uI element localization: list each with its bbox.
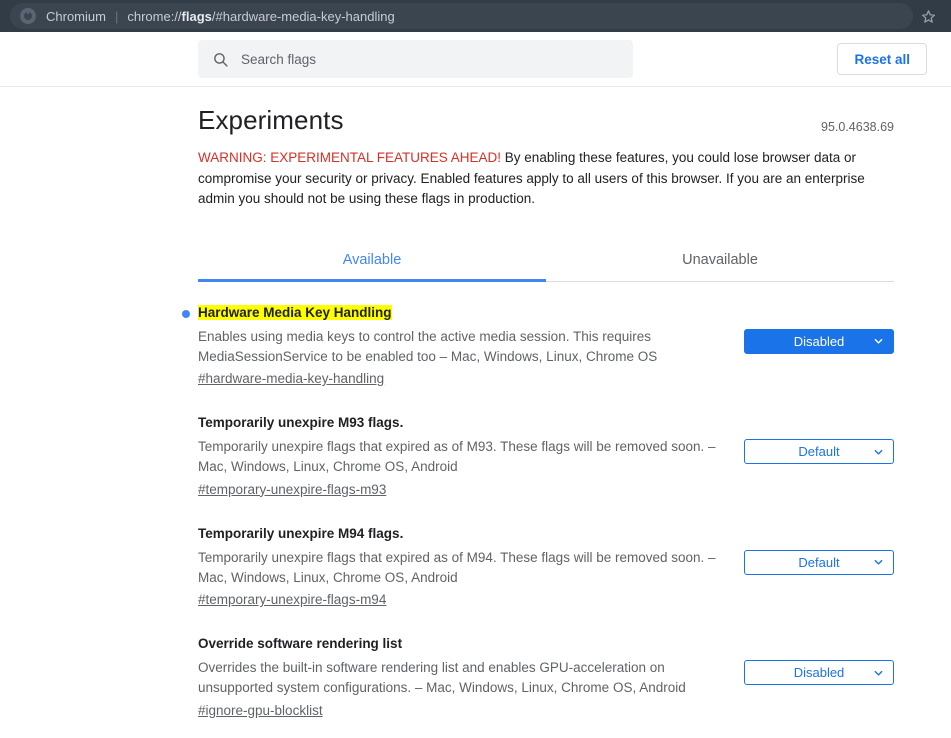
flag-name-wrap: Temporarily unexpire M93 flags.: [198, 414, 743, 432]
flag-state-value: Disabled: [793, 665, 845, 681]
flag-modified-dot-icon: [182, 309, 190, 318]
flag-text-block: Override software rendering list Overrid…: [198, 635, 743, 720]
flag-description: Temporarily unexpire flags that expired …: [198, 549, 716, 585]
version-label: 95.0.4638.69: [821, 120, 894, 135]
main-content: Experiments 95.0.4638.69 WARNING: EXPERI…: [0, 87, 951, 720]
flag-state-value: Default: [798, 444, 840, 460]
flag-select-wrap: Disabled: [744, 635, 894, 686]
flag-state-select[interactable]: Disabled: [744, 660, 894, 686]
chevron-down-icon: [873, 557, 884, 568]
omnibox-url: chrome://flags/#hardware-media-key-handl…: [127, 9, 394, 24]
flag-name: Temporarily unexpire M93 flags.: [198, 415, 404, 431]
star-icon[interactable]: [917, 5, 939, 27]
search-box[interactable]: [198, 40, 633, 78]
flag-row: Temporarily unexpire M93 flags. Temporar…: [198, 414, 894, 499]
url-suffix: /#hardware-media-key-handling: [211, 8, 395, 24]
search-input[interactable]: [241, 51, 619, 67]
tab-unavailable[interactable]: Unavailable: [546, 238, 894, 281]
search-icon: [212, 51, 229, 68]
flag-permalink[interactable]: #temporary-unexpire-flags-m94: [198, 592, 386, 607]
flag-select-wrap: Default: [744, 525, 894, 575]
chevron-down-icon: [873, 336, 884, 347]
flag-list: Hardware Media Key Handling Enables usin…: [182, 282, 894, 720]
chevron-down-icon: [873, 667, 884, 678]
url-prefix: chrome://: [127, 8, 182, 24]
flag-text-block: Temporarily unexpire M93 flags. Temporar…: [198, 414, 743, 499]
omnibox[interactable]: Chromium | chrome://flags/#hardware-medi…: [10, 3, 913, 29]
search-header: Reset all: [0, 32, 951, 87]
flag-state-value: Default: [798, 554, 840, 570]
warning-lead: WARNING: EXPERIMENTAL FEATURES AHEAD!: [198, 150, 502, 166]
url-bold-segment: flags: [181, 8, 212, 24]
flag-name: Temporarily unexpire M94 flags.: [198, 525, 404, 541]
flag-state-select[interactable]: Default: [744, 439, 894, 465]
page-header: Experiments 95.0.4638.69: [198, 87, 894, 136]
omnibox-separator: |: [114, 8, 119, 24]
flag-name-wrap: Temporarily unexpire M94 flags.: [198, 525, 743, 543]
flag-state-select[interactable]: Disabled: [744, 328, 894, 354]
chevron-down-icon: [873, 446, 884, 457]
browser-titlebar: Chromium | chrome://flags/#hardware-medi…: [0, 0, 951, 32]
flag-row: Hardware Media Key Handling Enables usin…: [182, 304, 894, 389]
flag-select-wrap: Disabled: [744, 304, 894, 354]
flag-name: Hardware Media Key Handling: [198, 304, 392, 320]
warning-text: WARNING: EXPERIMENTAL FEATURES AHEAD! By…: [198, 148, 894, 210]
tab-bar: Available Unavailable: [198, 238, 894, 282]
flag-select-wrap: Default: [744, 414, 894, 465]
brand-name: Chromium: [46, 8, 106, 24]
flag-description: Overrides the built-in software renderin…: [198, 660, 686, 696]
flag-text-block: Temporarily unexpire M94 flags. Temporar…: [198, 525, 743, 610]
flag-name-wrap: Hardware Media Key Handling: [198, 304, 743, 322]
flag-name: Override software rendering list: [198, 636, 403, 652]
flag-row: Override software rendering list Overrid…: [198, 635, 894, 720]
flag-description: Temporarily unexpire flags that expired …: [198, 439, 716, 475]
flag-row: Temporarily unexpire M94 flags. Temporar…: [198, 525, 894, 610]
chromium-logo-icon: [20, 8, 36, 24]
flag-state-value: Disabled: [793, 333, 845, 349]
flag-description: Enables using media keys to control the …: [198, 328, 658, 364]
flag-permalink[interactable]: #hardware-media-key-handling: [198, 371, 384, 386]
flag-name-wrap: Override software rendering list: [198, 635, 743, 653]
flag-state-select[interactable]: Default: [744, 549, 894, 575]
flag-permalink[interactable]: #temporary-unexpire-flags-m93: [198, 482, 386, 497]
flag-permalink[interactable]: #ignore-gpu-blocklist: [198, 703, 323, 718]
reset-all-button[interactable]: Reset all: [837, 43, 927, 75]
page-title: Experiments: [198, 105, 344, 135]
tab-available[interactable]: Available: [198, 238, 546, 282]
flag-text-block: Hardware Media Key Handling Enables usin…: [182, 304, 743, 389]
